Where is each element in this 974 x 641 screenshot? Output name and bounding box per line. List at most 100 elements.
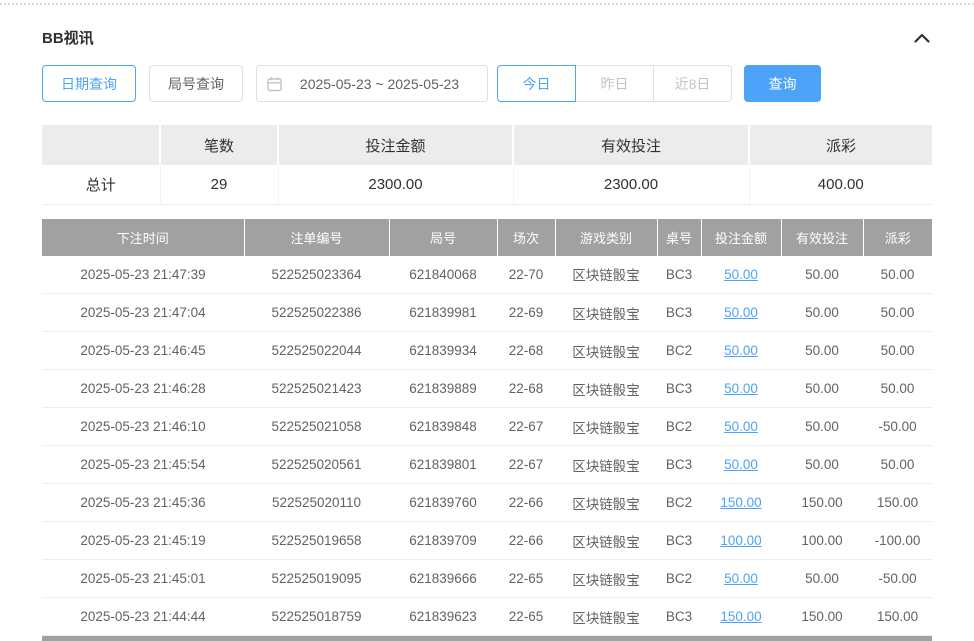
cell-order-no: 522525023364	[244, 256, 389, 294]
col-header-order-no: 注单编号	[244, 219, 389, 256]
cell-round-no: 621839801	[389, 446, 497, 484]
bet-amount-link[interactable]: 50.00	[724, 457, 758, 472]
bet-amount-link[interactable]: 50.00	[724, 267, 758, 282]
cell-bet-time: 2025-05-23 21:45:19	[42, 522, 244, 560]
bet-table-body: 2025-05-23 21:47:39 522525023364 6218400…	[42, 256, 932, 636]
summary-header-payout: 派彩	[749, 125, 932, 165]
bet-amount-link[interactable]: 150.00	[720, 609, 761, 624]
cell-valid-bet: 50.00	[781, 370, 863, 408]
date-query-tab-button[interactable]: 日期查询	[42, 65, 136, 102]
cell-valid-bet: 150.00	[781, 484, 863, 522]
cell-valid-bet: 50.00	[781, 560, 863, 598]
bet-amount-link[interactable]: 50.00	[724, 305, 758, 320]
date-range-value: 2025-05-23 ~ 2025-05-23	[282, 76, 477, 92]
payout-cell: 150.00	[863, 484, 932, 522]
cell-bet-time: 2025-05-23 21:46:10	[42, 408, 244, 446]
quick-date-button-group: 今日 昨日 近8日	[497, 65, 732, 102]
calendar-icon	[267, 76, 282, 92]
bet-amount-link[interactable]: 100.00	[720, 533, 761, 548]
cell-bet-amount: 150.00	[701, 598, 781, 636]
bet-amount-link[interactable]: 50.00	[724, 419, 758, 434]
summary-header-bet-amount: 投注金额	[278, 125, 513, 165]
round-query-tab-button[interactable]: 局号查询	[149, 65, 243, 102]
quick-button-today[interactable]: 今日	[497, 65, 576, 102]
table-row: 2025-05-23 21:45:01 522525019095 6218396…	[42, 560, 932, 598]
cell-bet-amount: 50.00	[701, 446, 781, 484]
cell-bet-amount: 150.00	[701, 484, 781, 522]
summary-payout-value: 400.00	[749, 165, 932, 204]
cell-order-no: 522525022386	[244, 294, 389, 332]
cell-bet-amount: 50.00	[701, 560, 781, 598]
summary-header-row: 笔数 投注金额 有效投注 派彩	[42, 125, 932, 165]
next-section-header-partial	[42, 636, 932, 641]
cell-session: 22-68	[497, 332, 555, 370]
cell-round-no: 621839889	[389, 370, 497, 408]
cell-valid-bet: 50.00	[781, 446, 863, 484]
cell-order-no: 522525021423	[244, 370, 389, 408]
summary-header-empty	[42, 125, 160, 165]
cell-table-no: BC3	[657, 256, 701, 294]
payout-cell: -50.00	[863, 560, 932, 598]
cell-table-no: BC2	[657, 484, 701, 522]
cell-table-no: BC2	[657, 408, 701, 446]
cell-valid-bet: 50.00	[781, 256, 863, 294]
cell-bet-time: 2025-05-23 21:47:04	[42, 294, 244, 332]
cell-table-no: BC2	[657, 332, 701, 370]
cell-game-type: 区块链骰宝	[555, 370, 657, 408]
cell-order-no: 522525019095	[244, 560, 389, 598]
summary-header-valid-bet: 有效投注	[513, 125, 749, 165]
cell-round-no: 621839848	[389, 408, 497, 446]
cell-game-type: 区块链骰宝	[555, 598, 657, 636]
cell-valid-bet: 100.00	[781, 522, 863, 560]
filter-bar: 日期查询 局号查询 2025-05-23 ~ 2025-05-23 今日 昨日 …	[42, 65, 932, 102]
col-header-round-no: 局号	[389, 219, 497, 256]
cell-round-no: 621839709	[389, 522, 497, 560]
cell-session: 22-69	[497, 294, 555, 332]
bet-amount-link[interactable]: 150.00	[720, 495, 761, 510]
table-row: 2025-05-23 21:47:39 522525023364 6218400…	[42, 256, 932, 294]
cell-session: 22-66	[497, 484, 555, 522]
bet-amount-link[interactable]: 50.00	[724, 381, 758, 396]
cell-game-type: 区块链骰宝	[555, 332, 657, 370]
date-range-input[interactable]: 2025-05-23 ~ 2025-05-23	[256, 65, 488, 102]
cell-bet-time: 2025-05-23 21:47:39	[42, 256, 244, 294]
col-header-table-no: 桌号	[657, 219, 701, 256]
bet-amount-link[interactable]: 50.00	[724, 343, 758, 358]
payout-cell: 50.00	[863, 332, 932, 370]
cell-game-type: 区块链骰宝	[555, 522, 657, 560]
cell-table-no: BC3	[657, 446, 701, 484]
cell-round-no: 621839760	[389, 484, 497, 522]
cell-table-no: BC3	[657, 294, 701, 332]
bb-video-section: BB视讯 日期查询 局号查询 2025-05-23 ~ 2025-05-23 今…	[0, 27, 974, 641]
summary-count-value: 29	[160, 165, 278, 204]
cell-game-type: 区块链骰宝	[555, 446, 657, 484]
search-button[interactable]: 查询	[744, 65, 821, 102]
quick-button-yesterday[interactable]: 昨日	[575, 65, 654, 102]
cell-order-no: 522525022044	[244, 332, 389, 370]
cell-table-no: BC2	[657, 560, 701, 598]
cell-round-no: 621839623	[389, 598, 497, 636]
cell-valid-bet: 50.00	[781, 294, 863, 332]
payout-cell: 50.00	[863, 294, 932, 332]
quick-button-last-8-days[interactable]: 近8日	[653, 65, 732, 102]
table-row: 2025-05-23 21:45:54 522525020561 6218398…	[42, 446, 932, 484]
cell-bet-time: 2025-05-23 21:45:36	[42, 484, 244, 522]
bet-records-table: 下注时间 注单编号 局号 场次 游戏类别 桌号 投注金额 有效投注 派彩 202…	[42, 219, 932, 637]
col-header-bet-time: 下注时间	[42, 219, 244, 256]
table-row: 2025-05-23 21:45:36 522525020110 6218397…	[42, 484, 932, 522]
table-row: 2025-05-23 21:47:04 522525022386 6218399…	[42, 294, 932, 332]
bet-amount-link[interactable]: 50.00	[724, 571, 758, 586]
cell-game-type: 区块链骰宝	[555, 256, 657, 294]
payout-cell: -100.00	[863, 522, 932, 560]
summary-total-row: 总计 29 2300.00 2300.00 400.00	[42, 165, 932, 204]
chevron-up-icon	[914, 31, 930, 46]
cell-bet-amount: 100.00	[701, 522, 781, 560]
collapse-section-button[interactable]	[912, 31, 932, 45]
section-header: BB视讯	[42, 27, 932, 48]
top-dotted-divider	[0, 3, 974, 5]
summary-bet-amount-value: 2300.00	[278, 165, 513, 204]
table-row: 2025-05-23 21:46:45 522525022044 6218399…	[42, 332, 932, 370]
cell-bet-time: 2025-05-23 21:45:01	[42, 560, 244, 598]
summary-header-count: 笔数	[160, 125, 278, 165]
payout-cell: -50.00	[863, 408, 932, 446]
